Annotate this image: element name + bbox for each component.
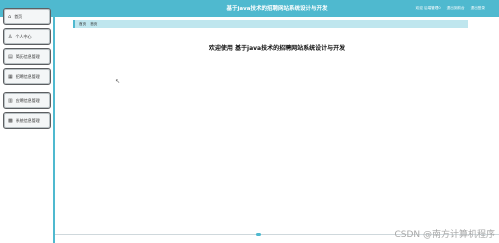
sidebar-item-label: 系统信息管理: [15, 117, 40, 123]
sidebar-item-home[interactable]: ⌂ 首页: [3, 8, 51, 25]
sidebar-item-personal-center[interactable]: ♙ 个人中心: [3, 28, 51, 45]
sidebar-divider: [53, 0, 55, 243]
mouse-cursor-icon: ↖: [115, 78, 121, 85]
user-icon: ♙: [8, 33, 13, 40]
welcome-user-label: 欢迎 后端管理0: [415, 6, 441, 10]
system-icon: ▩: [8, 117, 13, 124]
resume-icon: ▤: [8, 53, 13, 60]
watermark: CSDN @南方计算机程序: [394, 230, 495, 240]
sidebar-item-system-management[interactable]: ▩ 系统信息管理: [3, 112, 51, 129]
application-icon: ▥: [8, 97, 13, 104]
home-icon: ⌂: [8, 13, 12, 20]
scroll-indicator[interactable]: [256, 233, 261, 236]
breadcrumb-item-home[interactable]: 首页: [79, 22, 86, 27]
sidebar-item-label: 个人中心: [15, 33, 32, 39]
job-icon: ▦: [8, 73, 13, 80]
sidebar-item-label: 招聘信息管理: [15, 73, 40, 79]
sidebar-item-label: 简历信息管理: [15, 53, 40, 59]
logout-link[interactable]: 退出登录: [471, 6, 485, 11]
breadcrumb: 首页 首页: [73, 20, 468, 28]
sidebar-item-label: 首页: [14, 13, 23, 19]
sidebar: ⌂ 首页 ♙ 个人中心 ▤ 简历信息管理 ▦ 招聘信息管理 ▥ 应聘信息管理 ▩…: [0, 0, 54, 243]
sidebar-item-job-management[interactable]: ▦ 招聘信息管理: [3, 68, 51, 85]
sidebar-item-application-management[interactable]: ▥ 应聘信息管理: [3, 92, 51, 109]
welcome-text: 欢迎使用 基于java技术的招聘网站系统设计与开发: [208, 45, 346, 52]
breadcrumb-item-current: 首页: [90, 21, 98, 26]
sidebar-item-resume-management[interactable]: ▤ 简历信息管理: [3, 48, 51, 65]
go-frontend-link[interactable]: 退出到前台: [447, 6, 465, 11]
header-actions: 欢迎 后端管理0 退出到前台 退出登录: [416, 6, 485, 11]
sidebar-item-label: 应聘信息管理: [15, 97, 40, 103]
top-header: 基于java技术的招聘网站系统设计与开发 欢迎 后端管理0 退出到前台 退出登录: [55, 0, 499, 17]
